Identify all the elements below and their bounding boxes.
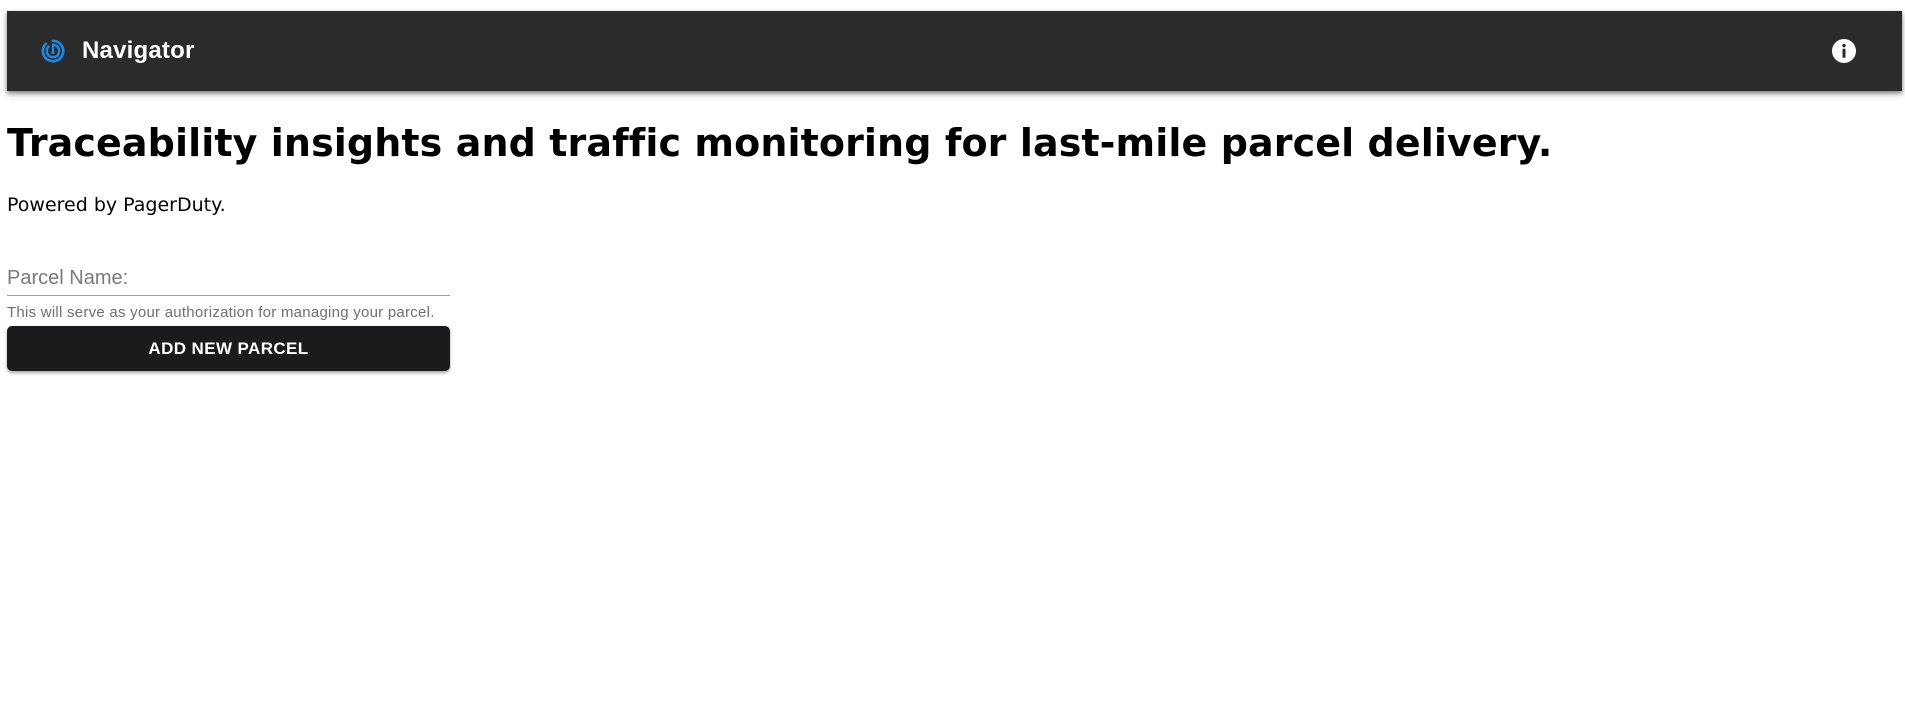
powered-by-text: Powered by PagerDuty.	[7, 194, 226, 216]
add-new-parcel-button[interactable]: ADD NEW PARCEL	[7, 326, 450, 371]
app-title: Navigator	[82, 37, 195, 64]
parcel-name-input[interactable]	[7, 262, 450, 294]
radar-icon	[38, 36, 68, 66]
parcel-name-field	[7, 262, 450, 296]
top-app-bar: Navigator	[7, 11, 1902, 91]
parcel-name-hint: This will serve as your authorization fo…	[7, 304, 435, 321]
page-headline: Traceability insights and traffic monito…	[7, 121, 1553, 165]
info-icon[interactable]	[1830, 37, 1858, 65]
